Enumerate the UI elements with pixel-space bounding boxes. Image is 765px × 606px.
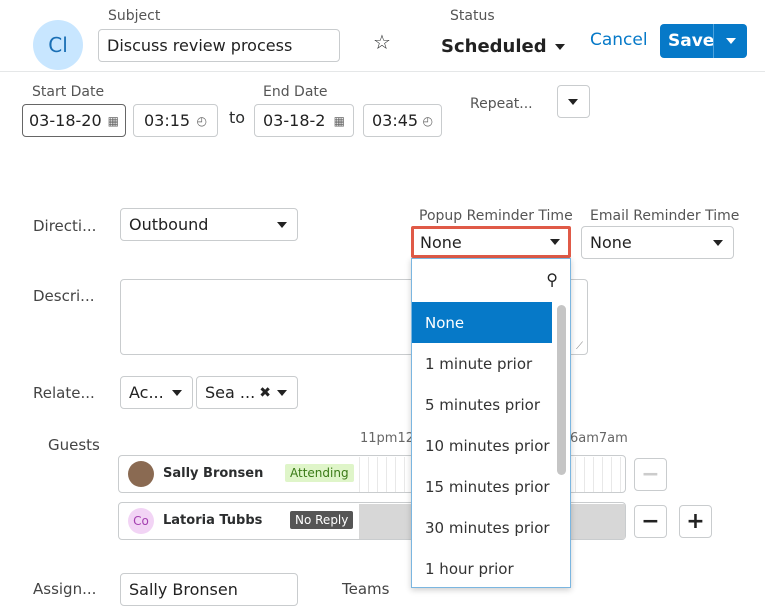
chevron-down-icon — [725, 38, 736, 44]
subject-value: Discuss review process — [107, 36, 293, 55]
guest-name[interactable]: Sally Bronsen — [163, 466, 263, 481]
dropdown-option[interactable]: 10 minutes prior — [412, 425, 552, 466]
related-record-value: Sea ... — [205, 383, 256, 402]
teams-label: Teams — [342, 580, 390, 598]
calendar-icon: ▦ — [107, 113, 119, 128]
clear-icon[interactable]: ✖ — [259, 385, 271, 401]
end-time-value: 03:45 — [372, 111, 419, 130]
dropdown-option[interactable]: 1 minute prior — [412, 343, 552, 384]
start-date-input[interactable]: 03-18-20 ▦ — [22, 104, 126, 137]
popup-reminder-select[interactable]: None — [411, 226, 571, 258]
to-label: to — [229, 108, 246, 127]
guest-status-badge: No Reply — [290, 511, 354, 529]
chevron-down-icon — [277, 389, 287, 396]
direction-label: Directi... — [33, 217, 97, 235]
cancel-button[interactable]: Cancel — [590, 30, 648, 50]
email-reminder-select[interactable]: None — [581, 226, 734, 259]
status-value: Scheduled — [441, 36, 547, 57]
assigned-label: Assign... — [33, 580, 97, 598]
chevron-down-icon — [713, 239, 723, 246]
timeline-label-start: 11pm12 — [360, 431, 414, 446]
guest-avatar: Co — [128, 508, 154, 534]
dropdown-option[interactable]: 5 minutes prior — [412, 384, 552, 425]
chevron-down-icon — [554, 43, 565, 50]
resize-handle-icon: ⟋ — [576, 341, 583, 352]
repeat-dropdown[interactable] — [557, 85, 590, 118]
status-dropdown[interactable]: Scheduled — [441, 36, 565, 57]
popup-reminder-label: Popup Reminder Time — [419, 208, 573, 224]
end-date-value: 03-18-2 — [263, 111, 326, 130]
timeline-label-end: 6am7am — [570, 431, 628, 446]
record-header: Cl Subject Discuss review process ☆ Stat… — [0, 0, 765, 72]
dropdown-option[interactable]: 1 hour prior — [412, 548, 552, 587]
chevron-down-icon — [172, 389, 182, 396]
chevron-down-icon — [568, 98, 578, 105]
end-date-input[interactable]: 03-18-2 ▦ — [254, 104, 354, 137]
start-time-value: 03:15 — [144, 111, 191, 130]
direction-select[interactable]: Outbound — [120, 208, 298, 241]
subject-label: Subject — [108, 8, 161, 24]
calendar-icon: ▦ — [333, 113, 345, 128]
email-reminder-value: None — [590, 233, 632, 252]
guest-status-badge: Attending — [285, 464, 354, 482]
remove-guest-button[interactable]: − — [634, 505, 667, 538]
start-date-label: Start Date — [32, 84, 105, 100]
popup-reminder-dropdown: ⚲ None 1 minute prior 5 minutes prior 10… — [411, 258, 571, 588]
related-record-select[interactable]: Sea ... ✖ — [196, 376, 298, 409]
remove-guest-button[interactable]: − — [634, 458, 667, 491]
status-label: Status — [450, 8, 495, 24]
related-module-select[interactable]: Ac... — [120, 376, 193, 409]
start-time-input[interactable]: 03:15 ◴ — [133, 104, 218, 137]
dropdown-option[interactable]: 30 minutes prior — [412, 507, 552, 548]
description-label: Descri... — [33, 287, 95, 305]
chevron-down-icon — [550, 239, 560, 245]
chevron-down-icon — [277, 221, 287, 228]
dropdown-search-input[interactable]: ⚲ — [418, 262, 564, 296]
related-module-value: Ac... — [129, 383, 164, 402]
save-button[interactable]: Save — [660, 31, 714, 51]
save-button-group: Save — [660, 24, 747, 58]
repeat-label: Repeat... — [470, 96, 533, 112]
dropdown-option[interactable]: None — [412, 302, 552, 343]
email-reminder-label: Email Reminder Time — [590, 208, 740, 224]
clock-icon: ◴ — [422, 113, 433, 128]
guest-avatar — [128, 461, 154, 487]
clock-icon: ◴ — [196, 113, 207, 128]
add-guest-button[interactable]: + — [679, 505, 712, 538]
save-options-button[interactable] — [714, 38, 747, 44]
avatar: Cl — [33, 20, 83, 70]
search-icon: ⚲ — [546, 269, 558, 289]
end-date-label: End Date — [263, 84, 328, 100]
dropdown-option[interactable]: 15 minutes prior — [412, 466, 552, 507]
end-time-input[interactable]: 03:45 ◴ — [363, 104, 442, 137]
related-label: Relate... — [33, 384, 95, 402]
favorite-star-icon[interactable]: ☆ — [373, 30, 391, 54]
guest-name[interactable]: Latoria Tubbs — [163, 513, 262, 528]
start-date-value: 03-18-20 — [29, 111, 102, 130]
dropdown-scrollbar[interactable] — [557, 305, 566, 475]
popup-reminder-value: None — [420, 232, 462, 252]
guests-label: Guests — [48, 436, 100, 454]
subject-input[interactable]: Discuss review process — [98, 29, 340, 62]
direction-value: Outbound — [129, 215, 209, 234]
